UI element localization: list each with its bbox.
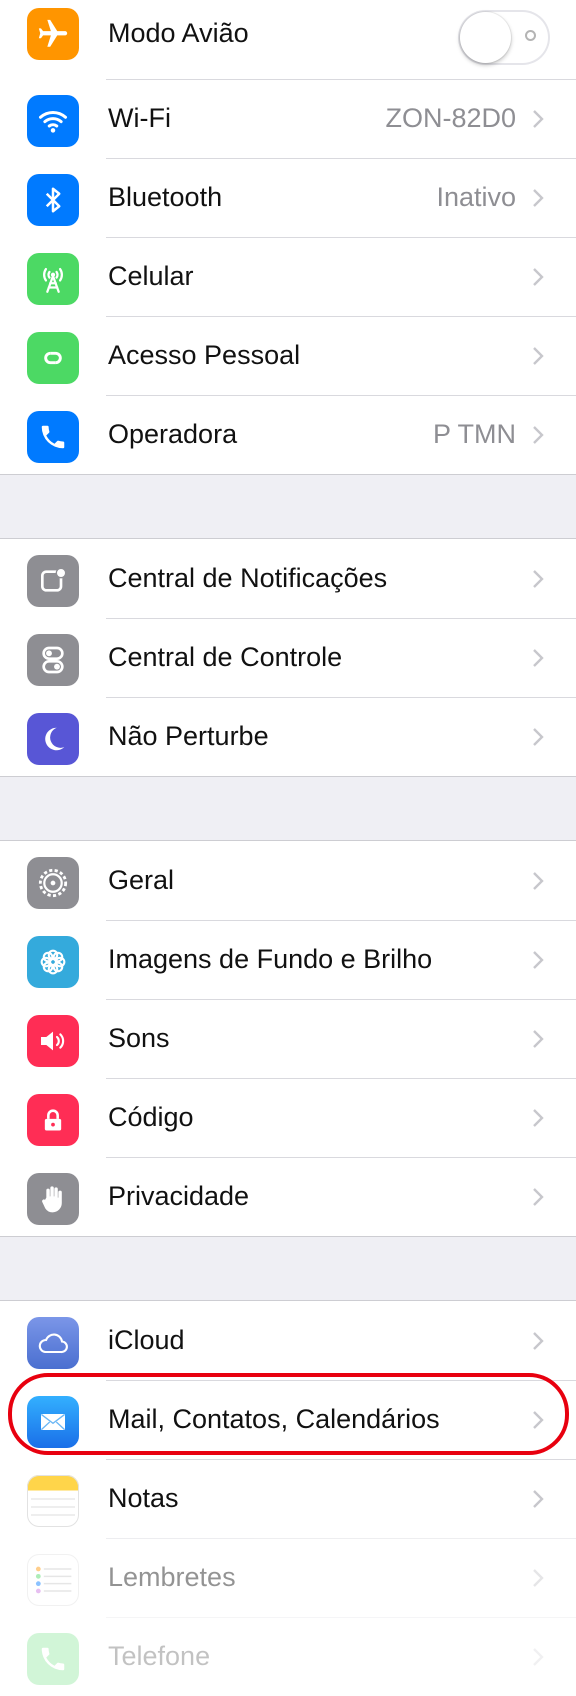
- notes-label: Notas: [108, 1483, 179, 1513]
- gear-icon: [27, 857, 79, 909]
- chevron-right-icon: [533, 570, 544, 588]
- chevron-right-icon: [533, 872, 544, 890]
- settings-row-personal-hotspot[interactable]: Acesso Pessoal: [0, 316, 576, 395]
- chevron-right-icon: [533, 951, 544, 969]
- settings-row-reminders[interactable]: Lembretes: [0, 1538, 576, 1617]
- settings-row-notification-center[interactable]: Central de Notificações: [0, 539, 576, 618]
- carrier-value: P TMN: [432, 419, 516, 449]
- system-centers-group: Central de Notificações Central de Contr…: [0, 539, 576, 776]
- flower-icon: [27, 936, 79, 988]
- section-separator: [0, 776, 576, 841]
- cloud-icon: [27, 1317, 79, 1369]
- chevron-right-icon: [533, 268, 544, 286]
- phone-icon: [27, 411, 79, 463]
- airplane-mode-label: Modo Avião: [108, 18, 249, 48]
- settings-row-passcode[interactable]: Código: [0, 1078, 576, 1157]
- moon-icon: [27, 713, 79, 765]
- do-not-disturb-label: Não Perturbe: [108, 721, 269, 751]
- wifi-network-value: ZON-82D0: [385, 103, 516, 133]
- wallpaper-label: Imagens de Fundo e Brilho: [108, 944, 433, 974]
- wifi-icon: [27, 95, 79, 147]
- settings-row-icloud[interactable]: iCloud: [0, 1301, 576, 1380]
- chevron-right-icon: [533, 347, 544, 365]
- settings-row-bluetooth[interactable]: Bluetooth Inativo: [0, 158, 576, 237]
- settings-row-privacy[interactable]: Privacidade: [0, 1157, 576, 1236]
- airplane-mode-toggle[interactable]: [458, 10, 550, 65]
- settings-row-carrier[interactable]: Operadora P TMN: [0, 395, 576, 474]
- settings-row-do-not-disturb[interactable]: Não Perturbe: [0, 697, 576, 776]
- toggle-knob: [460, 12, 511, 63]
- hand-icon: [27, 1173, 79, 1225]
- toggle-off-indicator: [525, 30, 536, 41]
- hotspot-label: Acesso Pessoal: [108, 340, 301, 370]
- chevron-right-icon: [533, 1109, 544, 1127]
- settings-row-control-center[interactable]: Central de Controle: [0, 618, 576, 697]
- mail-label: Mail, Contatos, Calendários: [108, 1404, 440, 1434]
- speaker-icon: [27, 1015, 79, 1067]
- notification-center-label: Central de Notificações: [108, 563, 388, 593]
- chevron-right-icon: [533, 1030, 544, 1048]
- chevron-right-icon: [533, 1490, 544, 1508]
- section-separator: [0, 474, 576, 539]
- settings-row-wifi[interactable]: Wi-Fi ZON-82D0: [0, 79, 576, 158]
- chevron-right-icon: [533, 426, 544, 444]
- cellular-label: Celular: [108, 261, 194, 291]
- notification-center-icon: [27, 555, 79, 607]
- chevron-right-icon: [533, 110, 544, 128]
- chevron-right-icon: [533, 1332, 544, 1350]
- chevron-right-icon: [533, 1569, 544, 1587]
- settings-row-airplane-mode[interactable]: Modo Avião: [0, 0, 576, 79]
- settings-row-sounds[interactable]: Sons: [0, 999, 576, 1078]
- bluetooth-status-value: Inativo: [436, 182, 516, 212]
- reminders-icon: [27, 1554, 79, 1606]
- notes-icon: [27, 1475, 79, 1527]
- chevron-right-icon: [533, 1411, 544, 1429]
- settings-row-general[interactable]: Geral: [0, 841, 576, 920]
- icloud-label: iCloud: [108, 1325, 185, 1355]
- reminders-label: Lembretes: [108, 1562, 236, 1592]
- control-center-icon: [27, 634, 79, 686]
- chevron-right-icon: [533, 649, 544, 667]
- phone-label: Telefone: [108, 1641, 211, 1671]
- chevron-right-icon: [533, 189, 544, 207]
- settings-row-wallpaper[interactable]: Imagens de Fundo e Brilho: [0, 920, 576, 999]
- connectivity-group: Modo Avião Wi-Fi ZON-82D0 Bluetooth Inat…: [0, 0, 576, 474]
- wifi-label: Wi-Fi: [108, 103, 171, 133]
- sounds-label: Sons: [108, 1023, 170, 1053]
- accounts-apps-group: iCloud Mail, Contatos, Calendários Notas…: [0, 1301, 576, 1696]
- hotspot-icon: [27, 332, 79, 384]
- settings-row-cellular[interactable]: Celular: [0, 237, 576, 316]
- bluetooth-label: Bluetooth: [108, 182, 223, 212]
- control-center-label: Central de Controle: [108, 642, 343, 672]
- cellular-antenna-icon: [27, 253, 79, 305]
- chevron-right-icon: [533, 728, 544, 746]
- lock-icon: [27, 1094, 79, 1146]
- general-group: Geral Imagens de Fundo e Brilho Sons Cód…: [0, 841, 576, 1236]
- privacy-label: Privacidade: [108, 1181, 250, 1211]
- section-separator: [0, 1236, 576, 1301]
- carrier-label: Operadora: [108, 419, 238, 449]
- settings-row-phone[interactable]: Telefone: [0, 1617, 576, 1696]
- airplane-icon: [27, 8, 79, 60]
- passcode-label: Código: [108, 1102, 194, 1132]
- mail-icon: [27, 1396, 79, 1448]
- settings-row-mail-contacts-calendars[interactable]: Mail, Contatos, Calendários: [0, 1380, 576, 1459]
- chevron-right-icon: [533, 1188, 544, 1206]
- phone-app-icon: [27, 1633, 79, 1685]
- bluetooth-icon: [27, 174, 79, 226]
- general-label: Geral: [108, 865, 175, 895]
- settings-row-notes[interactable]: Notas: [0, 1459, 576, 1538]
- chevron-right-icon: [533, 1648, 544, 1666]
